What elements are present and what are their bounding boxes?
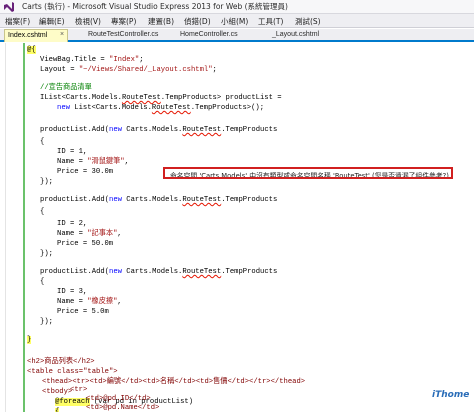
code-line: Layout = "~/Views/Shared/_Layout.cshtml"… <box>40 66 217 74</box>
tab-routetestcontroller[interactable]: RouteTestController.cs <box>88 29 168 42</box>
menu-edit[interactable]: 編輯(E) <box>39 16 65 27</box>
code-line: ID = 1, <box>57 148 88 156</box>
menu-test[interactable]: 測試(S) <box>295 16 321 27</box>
code-line: } <box>27 336 32 344</box>
code-line: Price = 30.0m <box>57 168 114 176</box>
menu-tools[interactable]: 工具(T) <box>258 16 283 27</box>
menu-debug[interactable]: 偵錯(D) <box>184 16 211 27</box>
code-line: }); <box>40 318 53 326</box>
error-tooltip: 命名空間 'Carts.Models' 中沒有類型或命名空間名稱 'RouteT… <box>163 167 453 179</box>
menu-file[interactable]: 檔案(F) <box>5 16 30 27</box>
menu-view[interactable]: 檢視(V) <box>75 16 101 27</box>
window-title: Carts (執行) - Microsoft Visual Studio Exp… <box>22 2 288 11</box>
code-line: productList.Add(new Carts.Models.RouteTe… <box>40 126 278 134</box>
menu-build[interactable]: 建置(B) <box>148 16 174 27</box>
tab-label: Index.cshtml <box>8 32 48 39</box>
menu-bar: 檔案(F) 編輯(E) 檢視(V) 專案(P) 建置(B) 偵錯(D) 小組(M… <box>0 14 474 28</box>
code-line: Name = "橡皮擦", <box>57 298 122 306</box>
editor-margin <box>5 43 6 412</box>
close-icon[interactable]: × <box>60 31 64 38</box>
code-line: ID = 2, <box>57 220 88 228</box>
code-line: }); <box>40 250 53 258</box>
code-comment: //宣告商品清單 <box>40 84 92 92</box>
code-line: <h2>商品列表</h2> <box>27 358 95 366</box>
ithome-watermark-logo: iThome <box>432 390 470 410</box>
tab-homecontroller[interactable]: HomeController.cs <box>180 29 250 42</box>
document-tab-bar: Index.cshtml × RouteTestController.cs Ho… <box>0 29 474 42</box>
code-line: }); <box>40 178 53 186</box>
code-line: <tbody> <box>42 388 73 396</box>
code-line: Name = "滑鼠鍵筆", <box>57 158 129 166</box>
code-line: { <box>40 208 45 216</box>
menu-project[interactable]: 專案(P) <box>111 16 136 27</box>
watermark-text: iThome <box>432 390 470 400</box>
tab-layout-cshtml[interactable]: _Layout.cshtml <box>272 29 332 42</box>
code-line: <table class="table"> <box>27 368 118 376</box>
code-line: { <box>40 278 45 286</box>
code-line: productList.Add(new Carts.Models.RouteTe… <box>40 196 278 204</box>
menu-team[interactable]: 小組(M) <box>221 16 248 27</box>
code-line: { <box>55 407 60 412</box>
code-line: Price = 5.0m <box>57 308 109 316</box>
code-line: new List<Carts.Models.RouteTest.TempProd… <box>57 104 265 112</box>
code-line: ViewBag.Title = "Index"; <box>40 56 144 64</box>
code-line: Name = "記事本", <box>57 230 122 238</box>
code-line: Price = 50.0m <box>57 240 114 248</box>
code-line: <tr> <box>70 386 88 394</box>
code-line: @{ <box>27 46 36 54</box>
title-bar: Carts (執行) - Microsoft Visual Studio Exp… <box>0 0 474 14</box>
visual-studio-logo-icon <box>4 2 14 12</box>
code-editor[interactable]: @{ ViewBag.Title = "Index"; Layout = "~/… <box>0 43 474 412</box>
code-line: { <box>40 138 45 146</box>
code-line: ID = 3, <box>57 288 88 296</box>
change-tracking-bar <box>23 43 25 412</box>
tab-index-cshtml[interactable]: Index.cshtml × <box>4 29 68 42</box>
code-line: IList<Carts.Models.RouteTest.TempProduct… <box>40 94 282 102</box>
code-line: <td>@pd.Name</td> <box>86 404 160 412</box>
code-line: productList.Add(new Carts.Models.RouteTe… <box>40 268 278 276</box>
